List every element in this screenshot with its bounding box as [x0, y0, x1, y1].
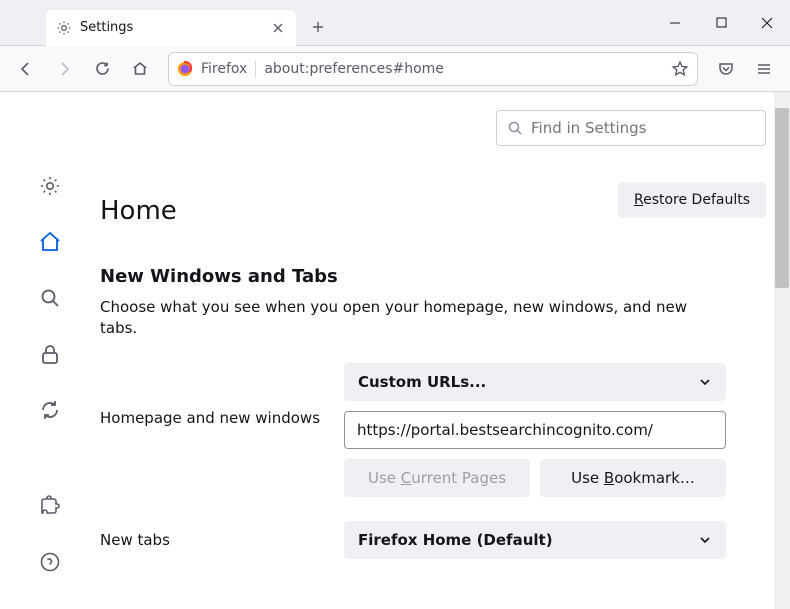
- homepage-row: Homepage and new windows Custom URLs... …: [100, 363, 726, 497]
- forward-button: [48, 53, 80, 85]
- settings-sidebar: [0, 92, 100, 609]
- pocket-icon[interactable]: [710, 53, 742, 85]
- menu-button[interactable]: [748, 53, 780, 85]
- search-icon: [507, 120, 523, 136]
- homepage-button-row: Use Current Pages Use Bookmark…: [344, 459, 726, 497]
- section-description: Choose what you see when you open your h…: [100, 297, 726, 339]
- sidebar-help-icon[interactable]: [36, 548, 64, 576]
- homepage-url-input[interactable]: [344, 411, 726, 449]
- bookmark-star-icon[interactable]: [671, 60, 689, 78]
- sidebar-search-icon[interactable]: [36, 284, 64, 312]
- newtabs-select-value: Firefox Home (Default): [358, 531, 553, 549]
- sidebar-general-icon[interactable]: [36, 172, 64, 200]
- restore-defaults-button[interactable]: Restore Defaults: [618, 182, 766, 218]
- sidebar-extensions-icon[interactable]: [36, 492, 64, 520]
- homepage-select[interactable]: Custom URLs...: [344, 363, 726, 401]
- url-identity: Firefox: [201, 61, 256, 77]
- scrollbar-thumb[interactable]: [775, 108, 789, 288]
- firefox-icon: [177, 61, 193, 77]
- content-area: Home Restore Defaults New Windows and Ta…: [0, 92, 790, 609]
- close-tab-icon[interactable]: [270, 20, 286, 36]
- navigation-toolbar: Firefox about:preferences#home: [0, 46, 790, 92]
- homepage-select-value: Custom URLs...: [358, 373, 486, 391]
- url-bar[interactable]: Firefox about:preferences#home: [168, 52, 698, 86]
- back-button[interactable]: [10, 53, 42, 85]
- sidebar-privacy-icon[interactable]: [36, 340, 64, 368]
- chevron-down-icon: [698, 375, 712, 389]
- find-in-settings[interactable]: [496, 110, 766, 146]
- new-tab-button[interactable]: [304, 13, 332, 41]
- newtabs-select[interactable]: Firefox Home (Default): [344, 521, 726, 559]
- home-button[interactable]: [124, 53, 156, 85]
- homepage-label: Homepage and new windows: [100, 363, 328, 427]
- homepage-controls: Custom URLs... Use Current Pages Use Boo…: [344, 363, 726, 497]
- use-current-pages-button: Use Current Pages: [344, 459, 530, 497]
- reload-button[interactable]: [86, 53, 118, 85]
- newtabs-label: New tabs: [100, 531, 328, 549]
- newtabs-row: New tabs Firefox Home (Default): [100, 521, 726, 559]
- scrollbar-track[interactable]: [774, 92, 790, 609]
- use-bookmark-button[interactable]: Use Bookmark…: [540, 459, 726, 497]
- tab-title: Settings: [80, 20, 262, 35]
- title-bar: Settings: [0, 0, 790, 46]
- url-text: about:preferences#home: [264, 61, 663, 77]
- browser-tab[interactable]: Settings: [46, 10, 296, 46]
- section-title: New Windows and Tabs: [100, 266, 726, 287]
- minimize-button[interactable]: [652, 5, 698, 41]
- close-window-button[interactable]: [744, 5, 790, 41]
- window-controls: [652, 5, 790, 41]
- settings-main: Home Restore Defaults New Windows and Ta…: [100, 92, 766, 609]
- find-in-settings-input[interactable]: [531, 119, 755, 137]
- gear-icon: [56, 20, 72, 36]
- chevron-down-icon: [698, 533, 712, 547]
- sidebar-home-icon[interactable]: [36, 228, 64, 256]
- sidebar-sync-icon[interactable]: [36, 396, 64, 424]
- maximize-button[interactable]: [698, 5, 744, 41]
